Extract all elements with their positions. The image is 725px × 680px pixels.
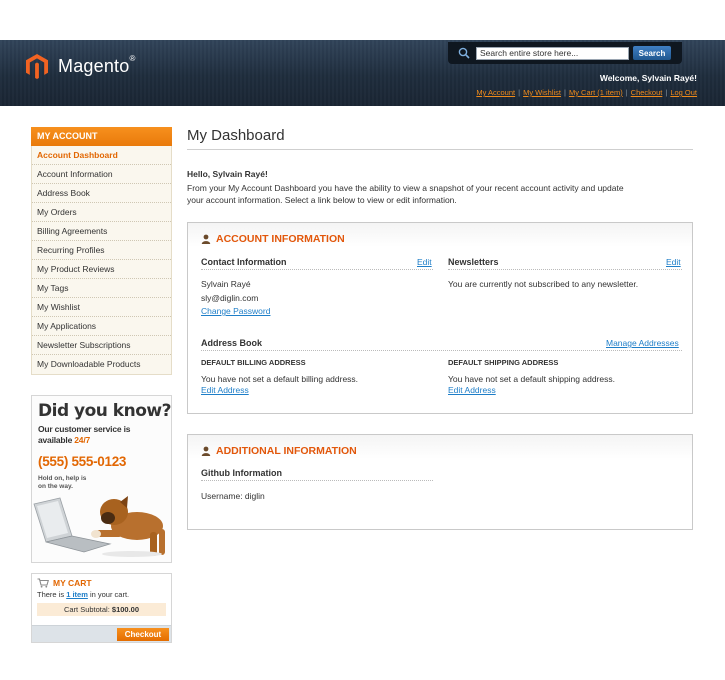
dyk-line-2: available 24/7 bbox=[38, 435, 91, 445]
hello-message: Hello, Sylvain Rayé! bbox=[187, 169, 268, 179]
contact-information-heading: Contact Information bbox=[201, 257, 433, 270]
sidebar-item-account-information[interactable]: Account Information bbox=[32, 165, 171, 184]
dashboard-intro: From your My Account Dashboard you have … bbox=[187, 183, 624, 205]
dyk-title: Did you know? bbox=[38, 401, 171, 421]
contact-edit-link[interactable]: Edit bbox=[417, 257, 432, 267]
cart-footer: Checkout bbox=[32, 625, 171, 642]
search-icon bbox=[458, 47, 470, 59]
sidebar-item-my-wishlist[interactable]: My Wishlist bbox=[32, 298, 171, 317]
additional-information-title: ADDITIONAL INFORMATION bbox=[201, 445, 357, 457]
change-password-link[interactable]: Change Password bbox=[201, 306, 270, 316]
newsletters-edit-link[interactable]: Edit bbox=[666, 257, 681, 267]
sidebar-item-newsletter-subscriptions[interactable]: Newsletter Subscriptions bbox=[32, 336, 171, 355]
checkout-button[interactable]: Checkout bbox=[117, 628, 169, 641]
user-icon bbox=[201, 446, 211, 456]
sidebar-item-my-orders[interactable]: My Orders bbox=[32, 203, 171, 222]
page-title: My Dashboard bbox=[187, 127, 693, 150]
newsletters-heading: Newsletters bbox=[448, 257, 682, 270]
top-links: My Account | My Wishlist | My Cart (1 item) |… bbox=[476, 88, 697, 97]
github-information-heading: Github Information bbox=[201, 468, 433, 481]
cart-summary-text: There is 1 item in your cart. bbox=[37, 590, 130, 599]
edit-shipping-address-link[interactable]: Edit Address bbox=[448, 385, 496, 395]
github-username: Username: diglin bbox=[201, 491, 265, 501]
additional-information-box: ADDITIONAL INFORMATION Github Informatio… bbox=[187, 434, 693, 530]
default-shipping-text: You have not set a default shipping addr… bbox=[448, 374, 615, 384]
edit-billing-address-link[interactable]: Edit Address bbox=[201, 385, 249, 395]
user-icon bbox=[201, 234, 211, 244]
top-link-my-wishlist[interactable]: My Wishlist bbox=[523, 88, 561, 97]
account-information-title: ACCOUNT INFORMATION bbox=[201, 233, 345, 245]
dashboard-main: My Dashboard Hello, Sylvain Rayé! From y… bbox=[187, 127, 693, 530]
sidebar-item-billing-agreements[interactable]: Billing Agreements bbox=[32, 222, 171, 241]
cart-subtotal: Cart Subtotal: $100.00 bbox=[37, 603, 166, 616]
dog-laptop-illustration bbox=[33, 496, 165, 557]
manage-addresses-link[interactable]: Manage Addresses bbox=[606, 338, 679, 348]
search-bar: Search bbox=[448, 42, 682, 64]
did-you-know-banner[interactable]: Did you know? Our customer service is av… bbox=[31, 395, 172, 563]
magento-logo-icon bbox=[26, 54, 48, 79]
search-button[interactable]: Search bbox=[633, 46, 671, 60]
sidebar-item-my-applications[interactable]: My Applications bbox=[32, 317, 171, 336]
search-input[interactable] bbox=[476, 46, 629, 60]
sidebar-item-recurring-profiles[interactable]: Recurring Profiles bbox=[32, 241, 171, 260]
newsletters-status: You are currently not subscribed to any … bbox=[448, 279, 639, 289]
cart-icon bbox=[37, 578, 49, 588]
sidebar-title: MY ACCOUNT bbox=[31, 127, 172, 146]
dyk-phone: (555) 555-0123 bbox=[38, 454, 127, 469]
top-link-my-cart[interactable]: My Cart (1 item) bbox=[569, 88, 623, 97]
customer-name: Sylvain Rayé bbox=[201, 279, 251, 289]
top-link-log-out[interactable]: Log Out bbox=[670, 88, 697, 97]
default-billing-heading: DEFAULT BILLING ADDRESS bbox=[201, 358, 306, 367]
site-header: Magento® Search Welcome, Sylvain Rayé! M… bbox=[0, 40, 725, 106]
sidebar-item-account-dashboard[interactable]: Account Dashboard bbox=[32, 146, 171, 165]
sidebar-item-my-product-reviews[interactable]: My Product Reviews bbox=[32, 260, 171, 279]
sidebar-item-my-downloadable-products[interactable]: My Downloadable Products bbox=[32, 355, 171, 374]
sidebar-item-my-tags[interactable]: My Tags bbox=[32, 279, 171, 298]
logo-text: Magento® bbox=[58, 54, 136, 76]
account-information-box: ACCOUNT INFORMATION Contact Information … bbox=[187, 222, 693, 414]
default-billing-text: You have not set a default billing addre… bbox=[201, 374, 359, 384]
dyk-line-1: Our customer service is bbox=[38, 424, 131, 434]
default-shipping-heading: DEFAULT SHIPPING ADDRESS bbox=[448, 358, 559, 367]
account-sidebar: MY ACCOUNT Account Dashboard Account Inf… bbox=[31, 127, 172, 375]
sidebar-item-address-book[interactable]: Address Book bbox=[32, 184, 171, 203]
cart-header: MY CART bbox=[32, 574, 171, 588]
top-link-checkout[interactable]: Checkout bbox=[631, 88, 663, 97]
sidebar-nav: Account Dashboard Account Information Ad… bbox=[31, 146, 172, 375]
cart-item-link[interactable]: 1 item bbox=[66, 590, 88, 599]
welcome-message: Welcome, Sylvain Rayé! bbox=[599, 73, 697, 83]
top-link-my-account[interactable]: My Account bbox=[476, 88, 515, 97]
mini-cart: MY CART There is 1 item in your cart. Ca… bbox=[31, 573, 172, 643]
customer-email: sly@diglin.com bbox=[201, 293, 259, 303]
logo[interactable]: Magento® bbox=[26, 54, 136, 79]
